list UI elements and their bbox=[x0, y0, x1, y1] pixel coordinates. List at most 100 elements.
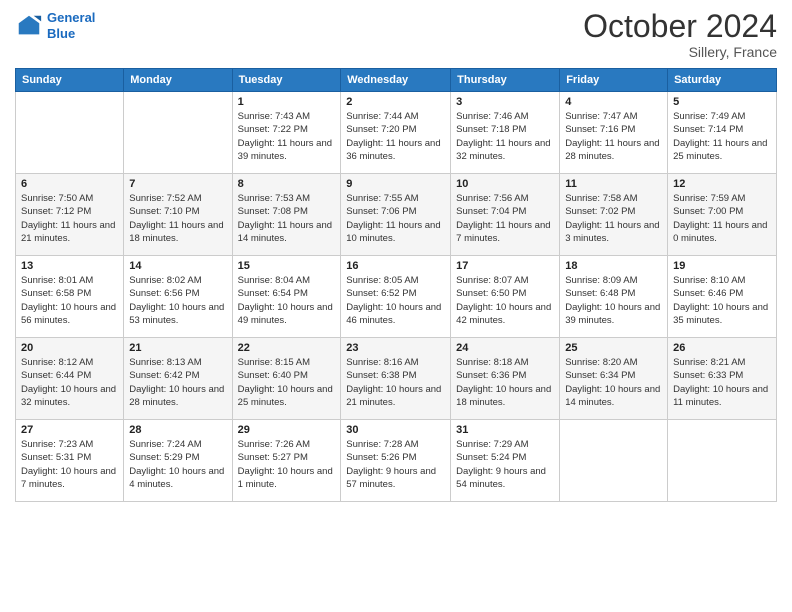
calendar-cell: 5 Sunrise: 7:49 AM Sunset: 7:14 PM Daylig… bbox=[668, 92, 777, 174]
calendar: Sunday Monday Tuesday Wednesday Thursday… bbox=[15, 68, 777, 502]
day-number: 1 bbox=[238, 96, 336, 108]
day-number: 17 bbox=[456, 260, 554, 272]
calendar-cell: 28Sunrise: 7:24 AM Sunset: 5:29 PM Dayli… bbox=[124, 420, 232, 502]
day-number: 27 bbox=[21, 424, 118, 436]
day-number: 5 bbox=[673, 96, 771, 108]
day-info: Sunrise: 7:23 AM Sunset: 5:31 PM Dayligh… bbox=[21, 438, 118, 491]
col-friday: Friday bbox=[560, 69, 668, 92]
day-number: 23 bbox=[346, 342, 445, 354]
day-number: 13 bbox=[21, 260, 118, 272]
day-info: Sunrise: 8:12 AM Sunset: 6:44 PM Dayligh… bbox=[21, 356, 118, 409]
day-number: 3 bbox=[456, 96, 554, 108]
day-info: Sunrise: 8:07 AM Sunset: 6:50 PM Dayligh… bbox=[456, 274, 554, 327]
col-wednesday: Wednesday bbox=[341, 69, 451, 92]
day-info: Sunrise: 8:04 AM Sunset: 6:54 PM Dayligh… bbox=[238, 274, 336, 327]
calendar-cell: 31Sunrise: 7:29 AM Sunset: 5:24 PM Dayli… bbox=[451, 420, 560, 502]
day-info: Sunrise: 7:53 AM Sunset: 7:08 PM Dayligh… bbox=[238, 192, 336, 245]
day-number: 7 bbox=[129, 178, 226, 190]
title-block: October 2024 Sillery, France bbox=[583, 10, 777, 60]
day-number: 12 bbox=[673, 178, 771, 190]
calendar-week-1: 6 Sunrise: 7:50 AM Sunset: 7:12 PM Daylig… bbox=[16, 174, 777, 256]
day-info: Sunrise: 8:09 AM Sunset: 6:48 PM Dayligh… bbox=[565, 274, 662, 327]
calendar-cell: 12 Sunrise: 7:59 AM Sunset: 7:00 PM Dayli… bbox=[668, 174, 777, 256]
day-number: 14 bbox=[129, 260, 226, 272]
day-info: Sunrise: 7:46 AM Sunset: 7:18 PM Dayligh… bbox=[456, 110, 554, 163]
col-tuesday: Tuesday bbox=[232, 69, 341, 92]
day-info: Sunrise: 8:16 AM Sunset: 6:38 PM Dayligh… bbox=[346, 356, 445, 409]
day-number: 24 bbox=[456, 342, 554, 354]
page: General Blue October 2024 Sillery, Franc… bbox=[0, 0, 792, 612]
day-info: Sunrise: 7:50 AM Sunset: 7:12 PM Dayligh… bbox=[21, 192, 118, 245]
calendar-cell: 10Sunrise: 7:56 AM Sunset: 7:04 PM Dayli… bbox=[451, 174, 560, 256]
day-number: 25 bbox=[565, 342, 662, 354]
calendar-cell: 16 Sunrise: 8:05 AM Sunset: 6:52 PM Dayli… bbox=[341, 256, 451, 338]
day-number: 20 bbox=[21, 342, 118, 354]
day-info: Sunrise: 8:05 AM Sunset: 6:52 PM Dayligh… bbox=[346, 274, 445, 327]
day-info: Sunrise: 7:24 AM Sunset: 5:29 PM Dayligh… bbox=[129, 438, 226, 491]
calendar-cell bbox=[124, 92, 232, 174]
day-number: 9 bbox=[346, 178, 445, 190]
day-info: Sunrise: 8:10 AM Sunset: 6:46 PM Dayligh… bbox=[673, 274, 771, 327]
day-info: Sunrise: 7:52 AM Sunset: 7:10 PM Dayligh… bbox=[129, 192, 226, 245]
calendar-cell bbox=[560, 420, 668, 502]
day-number: 30 bbox=[346, 424, 445, 436]
day-info: Sunrise: 8:21 AM Sunset: 6:33 PM Dayligh… bbox=[673, 356, 771, 409]
calendar-cell: 30 Sunrise: 7:28 AM Sunset: 5:26 PM Dayli… bbox=[341, 420, 451, 502]
day-info: Sunrise: 7:49 AM Sunset: 7:14 PM Dayligh… bbox=[673, 110, 771, 163]
calendar-week-2: 13 Sunrise: 8:01 AM Sunset: 6:58 PM Dayli… bbox=[16, 256, 777, 338]
day-info: Sunrise: 8:01 AM Sunset: 6:58 PM Dayligh… bbox=[21, 274, 118, 327]
header-row: Sunday Monday Tuesday Wednesday Thursday… bbox=[16, 69, 777, 92]
calendar-cell: 17 Sunrise: 8:07 AM Sunset: 6:50 PM Dayli… bbox=[451, 256, 560, 338]
calendar-week-3: 20 Sunrise: 8:12 AM Sunset: 6:44 PM Dayli… bbox=[16, 338, 777, 420]
logo: General Blue bbox=[15, 10, 95, 41]
calendar-cell: 2Sunrise: 7:44 AM Sunset: 7:20 PM Daylig… bbox=[341, 92, 451, 174]
logo-line2: Blue bbox=[47, 26, 75, 41]
day-info: Sunrise: 7:59 AM Sunset: 7:00 PM Dayligh… bbox=[673, 192, 771, 245]
day-number: 19 bbox=[673, 260, 771, 272]
col-monday: Monday bbox=[124, 69, 232, 92]
day-info: Sunrise: 8:02 AM Sunset: 6:56 PM Dayligh… bbox=[129, 274, 226, 327]
calendar-cell: 22 Sunrise: 8:15 AM Sunset: 6:40 PM Dayli… bbox=[232, 338, 341, 420]
calendar-cell: 21Sunrise: 8:13 AM Sunset: 6:42 PM Dayli… bbox=[124, 338, 232, 420]
day-info: Sunrise: 7:28 AM Sunset: 5:26 PM Dayligh… bbox=[346, 438, 445, 491]
logo-text: General Blue bbox=[47, 10, 95, 41]
day-number: 4 bbox=[565, 96, 662, 108]
day-number: 26 bbox=[673, 342, 771, 354]
day-info: Sunrise: 7:47 AM Sunset: 7:16 PM Dayligh… bbox=[565, 110, 662, 163]
day-number: 16 bbox=[346, 260, 445, 272]
calendar-cell: 11 Sunrise: 7:58 AM Sunset: 7:02 PM Dayli… bbox=[560, 174, 668, 256]
day-number: 11 bbox=[565, 178, 662, 190]
logo-icon bbox=[15, 12, 43, 40]
calendar-week-4: 27 Sunrise: 7:23 AM Sunset: 5:31 PM Dayli… bbox=[16, 420, 777, 502]
day-info: Sunrise: 7:29 AM Sunset: 5:24 PM Dayligh… bbox=[456, 438, 554, 491]
calendar-cell: 13 Sunrise: 8:01 AM Sunset: 6:58 PM Dayli… bbox=[16, 256, 124, 338]
day-number: 10 bbox=[456, 178, 554, 190]
day-info: Sunrise: 7:58 AM Sunset: 7:02 PM Dayligh… bbox=[565, 192, 662, 245]
calendar-cell: 18Sunrise: 8:09 AM Sunset: 6:48 PM Dayli… bbox=[560, 256, 668, 338]
day-number: 6 bbox=[21, 178, 118, 190]
day-info: Sunrise: 7:44 AM Sunset: 7:20 PM Dayligh… bbox=[346, 110, 445, 163]
calendar-cell: 20 Sunrise: 8:12 AM Sunset: 6:44 PM Dayli… bbox=[16, 338, 124, 420]
calendar-cell bbox=[668, 420, 777, 502]
calendar-cell: 24 Sunrise: 8:18 AM Sunset: 6:36 PM Dayli… bbox=[451, 338, 560, 420]
day-info: Sunrise: 8:20 AM Sunset: 6:34 PM Dayligh… bbox=[565, 356, 662, 409]
calendar-cell: 19 Sunrise: 8:10 AM Sunset: 6:46 PM Dayli… bbox=[668, 256, 777, 338]
calendar-cell: 26 Sunrise: 8:21 AM Sunset: 6:33 PM Dayli… bbox=[668, 338, 777, 420]
day-number: 21 bbox=[129, 342, 226, 354]
calendar-cell: 23 Sunrise: 8:16 AM Sunset: 6:38 PM Dayli… bbox=[341, 338, 451, 420]
day-info: Sunrise: 8:15 AM Sunset: 6:40 PM Dayligh… bbox=[238, 356, 336, 409]
calendar-cell bbox=[16, 92, 124, 174]
day-number: 22 bbox=[238, 342, 336, 354]
calendar-cell: 15Sunrise: 8:04 AM Sunset: 6:54 PM Dayli… bbox=[232, 256, 341, 338]
calendar-cell: 9 Sunrise: 7:55 AM Sunset: 7:06 PM Daylig… bbox=[341, 174, 451, 256]
calendar-cell: 1Sunrise: 7:43 AM Sunset: 7:22 PM Daylig… bbox=[232, 92, 341, 174]
month-title: October 2024 bbox=[583, 10, 777, 42]
logo-line1: General bbox=[47, 10, 95, 25]
calendar-cell: 4 Sunrise: 7:47 AM Sunset: 7:16 PM Daylig… bbox=[560, 92, 668, 174]
day-info: Sunrise: 8:18 AM Sunset: 6:36 PM Dayligh… bbox=[456, 356, 554, 409]
location: Sillery, France bbox=[583, 44, 777, 60]
header: General Blue October 2024 Sillery, Franc… bbox=[15, 10, 777, 60]
calendar-cell: 8Sunrise: 7:53 AM Sunset: 7:08 PM Daylig… bbox=[232, 174, 341, 256]
calendar-cell: 7 Sunrise: 7:52 AM Sunset: 7:10 PM Daylig… bbox=[124, 174, 232, 256]
day-info: Sunrise: 7:55 AM Sunset: 7:06 PM Dayligh… bbox=[346, 192, 445, 245]
